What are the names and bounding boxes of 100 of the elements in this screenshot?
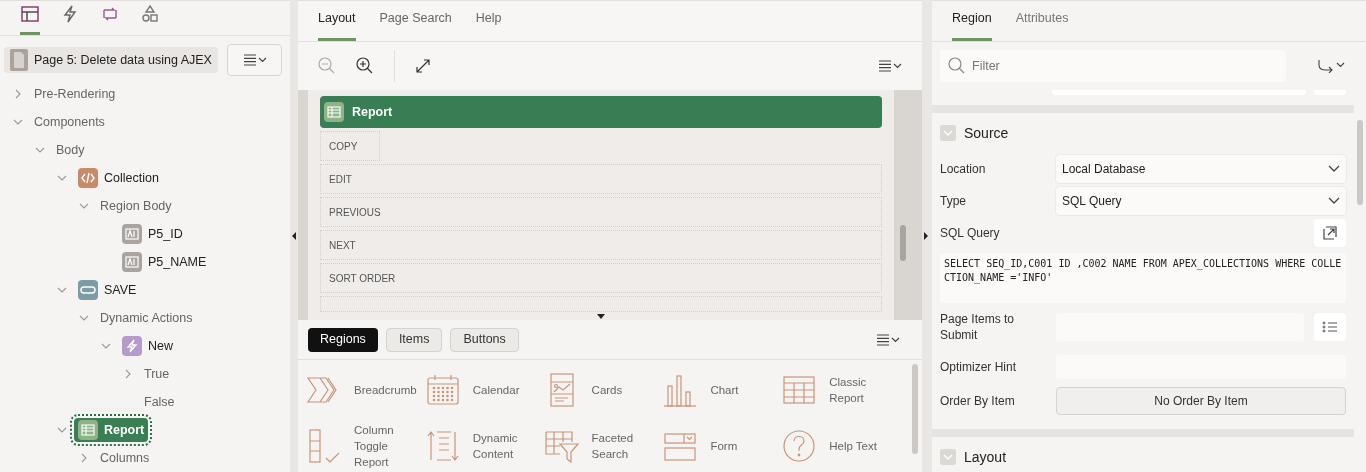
region-type-item[interactable]: Chart [662,364,782,416]
region-type-item[interactable]: Dynamic Content [424,420,544,472]
section-title: Layout [964,447,1007,467]
region-type-item[interactable]: Calendar [424,364,544,416]
table-icon [324,102,344,122]
button-placeholder[interactable]: COPY [320,131,380,161]
gallery-tab[interactable]: Buttons [450,327,519,352]
region-header[interactable]: Report [320,96,882,128]
chevron-down-icon[interactable] [35,145,45,155]
scrollbar-thumb[interactable] [912,364,918,454]
tree-node[interactable]: P5_NAME [122,252,207,272]
gallery-tab[interactable]: Items [385,327,443,352]
region-type-item[interactable]: Help Text [781,420,900,472]
filter-field[interactable]: Filter [940,50,1286,82]
button-icon [78,280,98,300]
expand-editor-button[interactable] [1314,219,1346,247]
tree-node[interactable]: Collection [78,168,159,188]
chevron-down-icon [1328,165,1340,173]
list-picker-button[interactable] [1314,313,1346,341]
chevron-down-icon[interactable] [57,285,67,295]
tree-node[interactable]: P5_ID [122,224,183,244]
field-label: Order By Item [940,393,1016,409]
scrollbar-thumb[interactable] [1357,120,1363,205]
page-title[interactable]: Page 5: Delete data using AJEX [4,47,218,73]
page-icon [10,49,28,71]
button-placeholder[interactable]: NEXT [320,230,882,260]
field-label: Optimizer Hint [940,359,1017,375]
tree-node[interactable]: Dynamic Actions [100,308,193,328]
collapse-left-icon[interactable] [292,232,296,240]
tree-node[interactable]: New [122,336,173,356]
scrollbar-thumb[interactable] [900,225,906,261]
chevron-down-icon[interactable] [79,201,89,211]
help-icon [781,428,818,464]
tab[interactable]: Help [475,9,502,41]
tab[interactable]: Attributes [1015,9,1069,41]
region-type-item[interactable]: Breadcrumb [306,364,425,416]
code-editor[interactable]: SELECT SEQ_ID,C001 ID ,C002 NAME FROM APEX_COLLECTIONS WHERE COLLECTION_NAME ='INFO' [940,253,1346,303]
text-field-icon [122,252,142,272]
tree-node[interactable]: Pre-Rendering [34,84,116,104]
collapse-right-icon[interactable] [924,232,928,240]
chevron-down-icon[interactable] [79,313,89,323]
collapse-icon[interactable] [940,125,956,141]
field-label: SQL Query [940,225,1001,241]
search-icon [948,57,966,75]
tree-node[interactable]: Body [56,140,85,160]
chevron-down-icon[interactable] [57,173,67,183]
tree-node[interactable]: Region Body [100,196,172,216]
list-icon [1322,321,1338,333]
field-label: Location [940,161,987,177]
layout-icon [20,4,40,24]
region-type-item[interactable]: Faceted Search [543,420,663,472]
region-type-item[interactable]: Form [662,420,782,472]
tree-node[interactable]: True [144,364,170,384]
menu-icon [876,333,900,346]
calendar-icon [424,372,461,408]
region-type-item[interactable]: Cards [543,364,663,416]
menu-icon [242,54,267,66]
menu-button[interactable] [876,333,900,346]
tree-node[interactable]: Components [34,112,105,132]
order-by-button[interactable]: No Order By Item [1056,387,1346,415]
zoom-in-icon[interactable] [356,57,374,75]
table-icon [78,420,98,440]
tab[interactable]: Region [952,9,992,41]
text-field-icon [122,224,142,244]
button-placeholder[interactable]: EDIT [320,164,882,194]
chevron-right-icon[interactable] [79,453,89,463]
column-check-icon [306,428,342,464]
region-title: Report [352,103,393,121]
region-type-item[interactable]: Column Toggle Report [306,420,425,472]
code-icon [78,168,98,188]
expand-icon[interactable] [415,58,431,74]
select-field[interactable]: Local Database [1056,155,1346,183]
bar-chart-icon [662,372,699,408]
chevron-down-icon [1328,197,1340,205]
tree-node[interactable]: False [144,392,175,412]
chevron-right-icon[interactable] [123,369,133,379]
button-placeholder[interactable]: SORT ORDER [320,263,882,293]
section-title: Source [964,123,1009,143]
tree-node[interactable]: Columns [100,448,150,468]
shapes-icon [140,4,160,24]
chevron-down-icon[interactable] [13,117,23,127]
zoom-out-icon[interactable] [318,57,336,75]
chevron-down-icon[interactable] [101,341,111,351]
tree-node[interactable]: SAVE [78,280,137,300]
expand-icon [1323,226,1337,240]
region-type-item[interactable]: Classic Report [781,364,900,416]
field-label: Page Items to Submit [940,311,1016,343]
table-filter-icon [543,428,580,464]
chevron-right-icon[interactable] [13,89,23,99]
select-field[interactable]: SQL Query [1056,187,1346,215]
gallery-tab[interactable]: Regions [308,327,378,352]
chevron-down-icon[interactable] [57,425,67,435]
tab[interactable]: Layout [318,9,356,41]
go-to-group-button[interactable] [1318,59,1346,73]
button-placeholder[interactable]: PREVIOUS [320,197,882,227]
tab[interactable]: Page Search [379,9,452,41]
lightning-icon [122,336,142,356]
menu-button[interactable] [878,60,902,72]
panel-tab[interactable] [20,4,40,35]
collapse-icon[interactable] [940,449,956,465]
